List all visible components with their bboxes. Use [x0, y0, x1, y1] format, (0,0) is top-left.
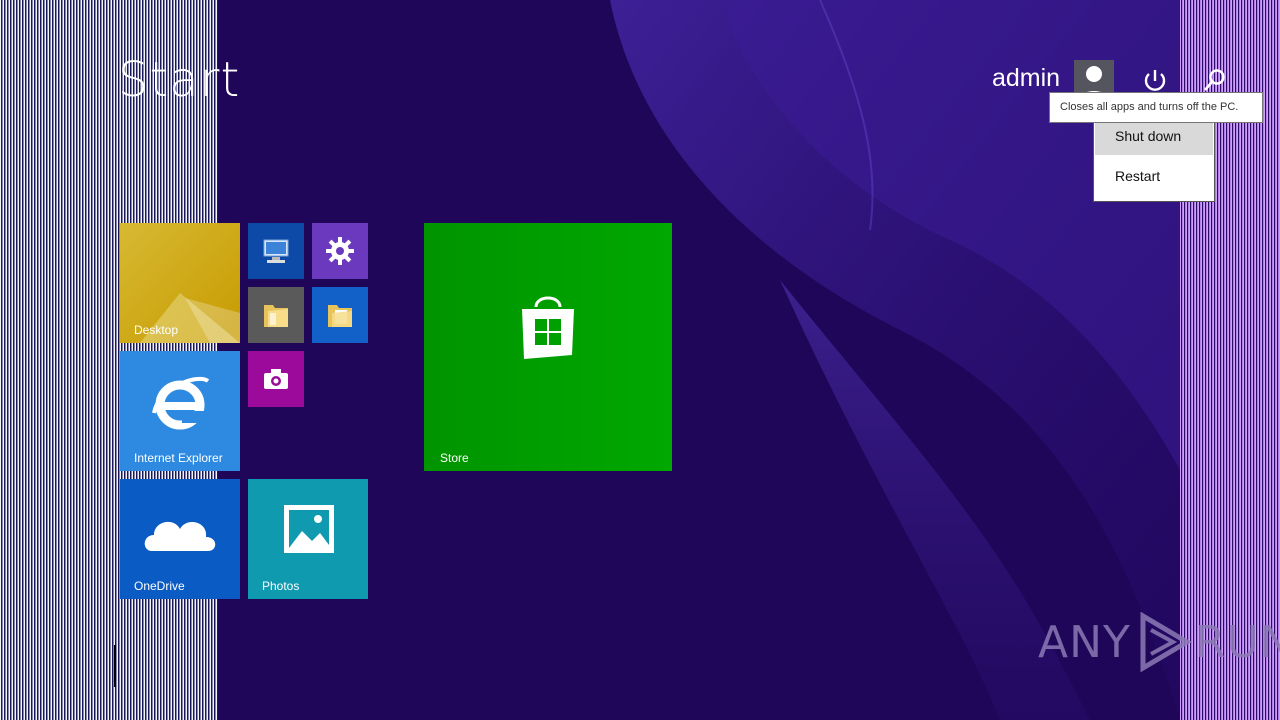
text-cursor — [114, 645, 116, 687]
this-pc-tile[interactable] — [248, 223, 304, 279]
onedrive-tile[interactable]: OneDrive — [120, 479, 240, 599]
start-title: Start — [118, 52, 241, 108]
restart-menu-item[interactable]: Restart — [1095, 157, 1213, 195]
desktop-tile-label: Desktop — [134, 323, 179, 337]
watermark-text-any: ANY — [1038, 616, 1131, 668]
username[interactable]: admin — [992, 64, 1060, 93]
photos-tile[interactable]: Photos — [248, 479, 368, 599]
watermark-text-run: RUN — [1194, 616, 1280, 668]
documents-tile[interactable] — [312, 287, 368, 343]
cloud-icon — [144, 521, 216, 551]
internet-explorer-tile[interactable]: Internet Explorer — [120, 351, 240, 471]
pc-settings-tile[interactable] — [312, 223, 368, 279]
power-menu: Shut down Restart — [1093, 110, 1215, 202]
photo-icon — [284, 505, 334, 553]
store-tile[interactable]: Store — [424, 223, 672, 471]
folder-icon — [264, 305, 288, 327]
file-explorer-tile[interactable] — [248, 287, 304, 343]
store-bag-icon — [522, 296, 574, 359]
internet-explorer-icon — [152, 376, 210, 430]
gear-icon — [326, 237, 354, 265]
internet-explorer-tile-label: Internet Explorer — [134, 451, 223, 465]
store-tile-label: Store — [440, 451, 469, 465]
photos-tile-label: Photos — [262, 579, 300, 593]
onedrive-tile-label: OneDrive — [134, 579, 185, 593]
folder-icon — [328, 305, 352, 327]
desktop-tile[interactable]: Desktop — [120, 223, 240, 343]
anyrun-watermark: ANY RUN — [1038, 612, 1280, 672]
play-logo-icon — [1140, 612, 1192, 672]
camera-icon — [264, 369, 288, 389]
computer-icon — [263, 239, 289, 263]
shut-down-tooltip: Closes all apps and turns off the PC. — [1049, 92, 1263, 123]
camera-tile[interactable] — [248, 351, 304, 407]
